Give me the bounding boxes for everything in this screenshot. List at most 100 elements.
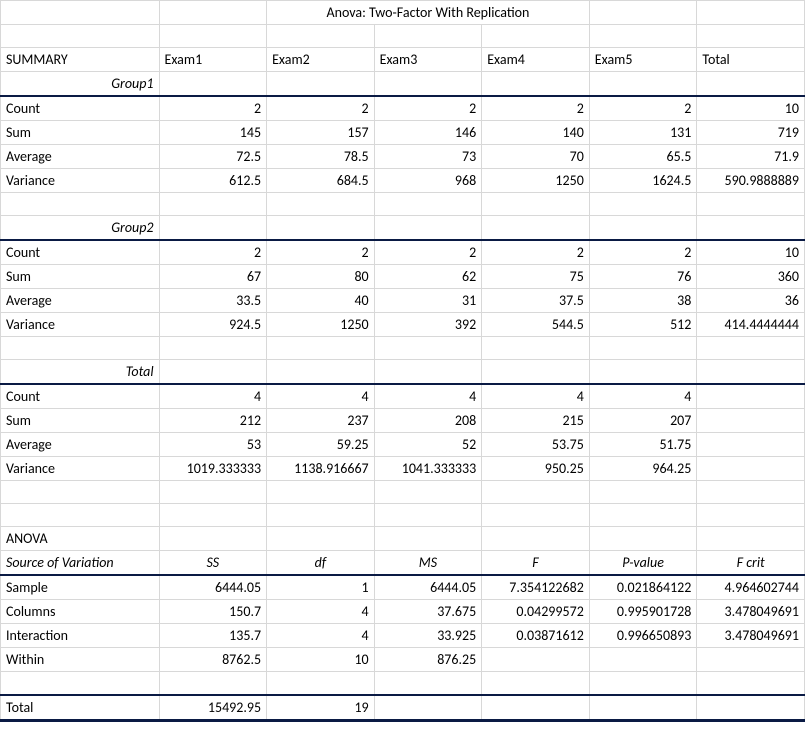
cell: Columns	[1, 600, 160, 624]
cell: 150.7	[159, 600, 267, 624]
cell: 1250	[267, 313, 375, 337]
cell: 33.5	[159, 289, 267, 313]
cell: 964.25	[589, 457, 697, 481]
anova-col-df: df	[267, 551, 375, 576]
group1-average-row: Average 72.5 78.5 73 70 65.5 71.9	[1, 145, 805, 169]
cell: 2	[482, 96, 590, 121]
cell: Sample	[1, 575, 160, 600]
cell	[697, 695, 805, 721]
cell: 1041.333333	[374, 457, 482, 481]
cell: 33.925	[374, 624, 482, 648]
rowlabel-count: Count	[1, 96, 160, 121]
cell: 968	[374, 169, 482, 193]
cell: 0.021864122	[589, 575, 697, 600]
cell: 6444.05	[159, 575, 267, 600]
cell: 73	[374, 145, 482, 169]
cell: 1019.333333	[159, 457, 267, 481]
cell: 2	[267, 240, 375, 265]
group2-count-row: Count 2 2 2 2 2 10	[1, 240, 805, 265]
cell: 719	[697, 121, 805, 145]
anova-row-total: Total 15492.95 19	[1, 695, 805, 721]
col-total: Total	[697, 48, 805, 72]
col-exam3: Exam3	[374, 48, 482, 72]
cell: 76	[589, 265, 697, 289]
cell: Within	[1, 648, 160, 672]
anova-label: ANOVA	[1, 527, 160, 551]
cell: 71.9	[697, 145, 805, 169]
cell: 208	[374, 409, 482, 433]
rowlabel-variance: Variance	[1, 313, 160, 337]
cell: 131	[589, 121, 697, 145]
cell: 2	[159, 96, 267, 121]
cell: 590.9888889	[697, 169, 805, 193]
rowlabel-average: Average	[1, 433, 160, 457]
cell: 2	[589, 240, 697, 265]
cell: 0.995901728	[589, 600, 697, 624]
anova-row-columns: Columns 150.7 4 37.675 0.04299572 0.9959…	[1, 600, 805, 624]
cell: 950.25	[482, 457, 590, 481]
cell: 6444.05	[374, 575, 482, 600]
cell: 10	[697, 240, 805, 265]
cell: 4	[482, 384, 590, 409]
rowlabel-sum: Sum	[1, 265, 160, 289]
cell: 237	[267, 409, 375, 433]
cell: 52	[374, 433, 482, 457]
group2-sum-row: Sum 67 80 62 75 76 360	[1, 265, 805, 289]
totals-variance-row: Variance 1019.333333 1138.916667 1041.33…	[1, 457, 805, 481]
cell: 4	[267, 600, 375, 624]
anova-row-sample: Sample 6444.05 1 6444.05 7.354122682 0.0…	[1, 575, 805, 600]
cell: 4	[589, 384, 697, 409]
anova-col-fcrit: F crit	[697, 551, 805, 576]
anova-row-within: Within 8762.5 10 876.25	[1, 648, 805, 672]
rowlabel-count: Count	[1, 384, 160, 409]
cell	[482, 648, 590, 672]
cell: 684.5	[267, 169, 375, 193]
cell: 67	[159, 265, 267, 289]
col-exam4: Exam4	[482, 48, 590, 72]
anova-col-f: F	[482, 551, 590, 576]
cell: 31	[374, 289, 482, 313]
cell: 1	[267, 575, 375, 600]
report-title: Anova: Two-Factor With Replication	[267, 1, 590, 25]
cell: 7.354122682	[482, 575, 590, 600]
anova-output-table: Anova: Two-Factor With Replication SUMMA…	[0, 0, 805, 722]
cell: 37.5	[482, 289, 590, 313]
cell: 146	[374, 121, 482, 145]
cell: 10	[267, 648, 375, 672]
cell: 72.5	[159, 145, 267, 169]
cell: 876.25	[374, 648, 482, 672]
cell: 15492.95	[159, 695, 267, 721]
cell: 924.5	[159, 313, 267, 337]
totals-average-row: Average 53 59.25 52 53.75 51.75	[1, 433, 805, 457]
cell	[482, 695, 590, 721]
anova-col-p: P-value	[589, 551, 697, 576]
cell: 3.478049691	[697, 600, 805, 624]
group1-sum-row: Sum 145 157 146 140 131 719	[1, 121, 805, 145]
cell: 0.04299572	[482, 600, 590, 624]
cell: 360	[697, 265, 805, 289]
cell: 70	[482, 145, 590, 169]
anova-col-src: Source of Variation	[1, 551, 160, 576]
cell	[697, 457, 805, 481]
cell: 2	[482, 240, 590, 265]
cell: 212	[159, 409, 267, 433]
group1-label: Group1	[1, 72, 160, 97]
group1-variance-row: Variance 612.5 684.5 968 1250 1624.5 590…	[1, 169, 805, 193]
cell: 2	[374, 96, 482, 121]
summary-label: SUMMARY	[1, 48, 160, 72]
cell: 3.478049691	[697, 624, 805, 648]
group2-label: Group2	[1, 216, 160, 241]
cell: 53.75	[482, 433, 590, 457]
cell	[589, 695, 697, 721]
cell: 4.964602744	[697, 575, 805, 600]
totals-sum-row: Sum 212 237 208 215 207	[1, 409, 805, 433]
cell: 19	[267, 695, 375, 721]
col-exam2: Exam2	[267, 48, 375, 72]
cell	[589, 648, 697, 672]
cell: 1624.5	[589, 169, 697, 193]
cell: 75	[482, 265, 590, 289]
cell: 544.5	[482, 313, 590, 337]
rowlabel-average: Average	[1, 289, 160, 313]
cell: 392	[374, 313, 482, 337]
cell: 51.75	[589, 433, 697, 457]
